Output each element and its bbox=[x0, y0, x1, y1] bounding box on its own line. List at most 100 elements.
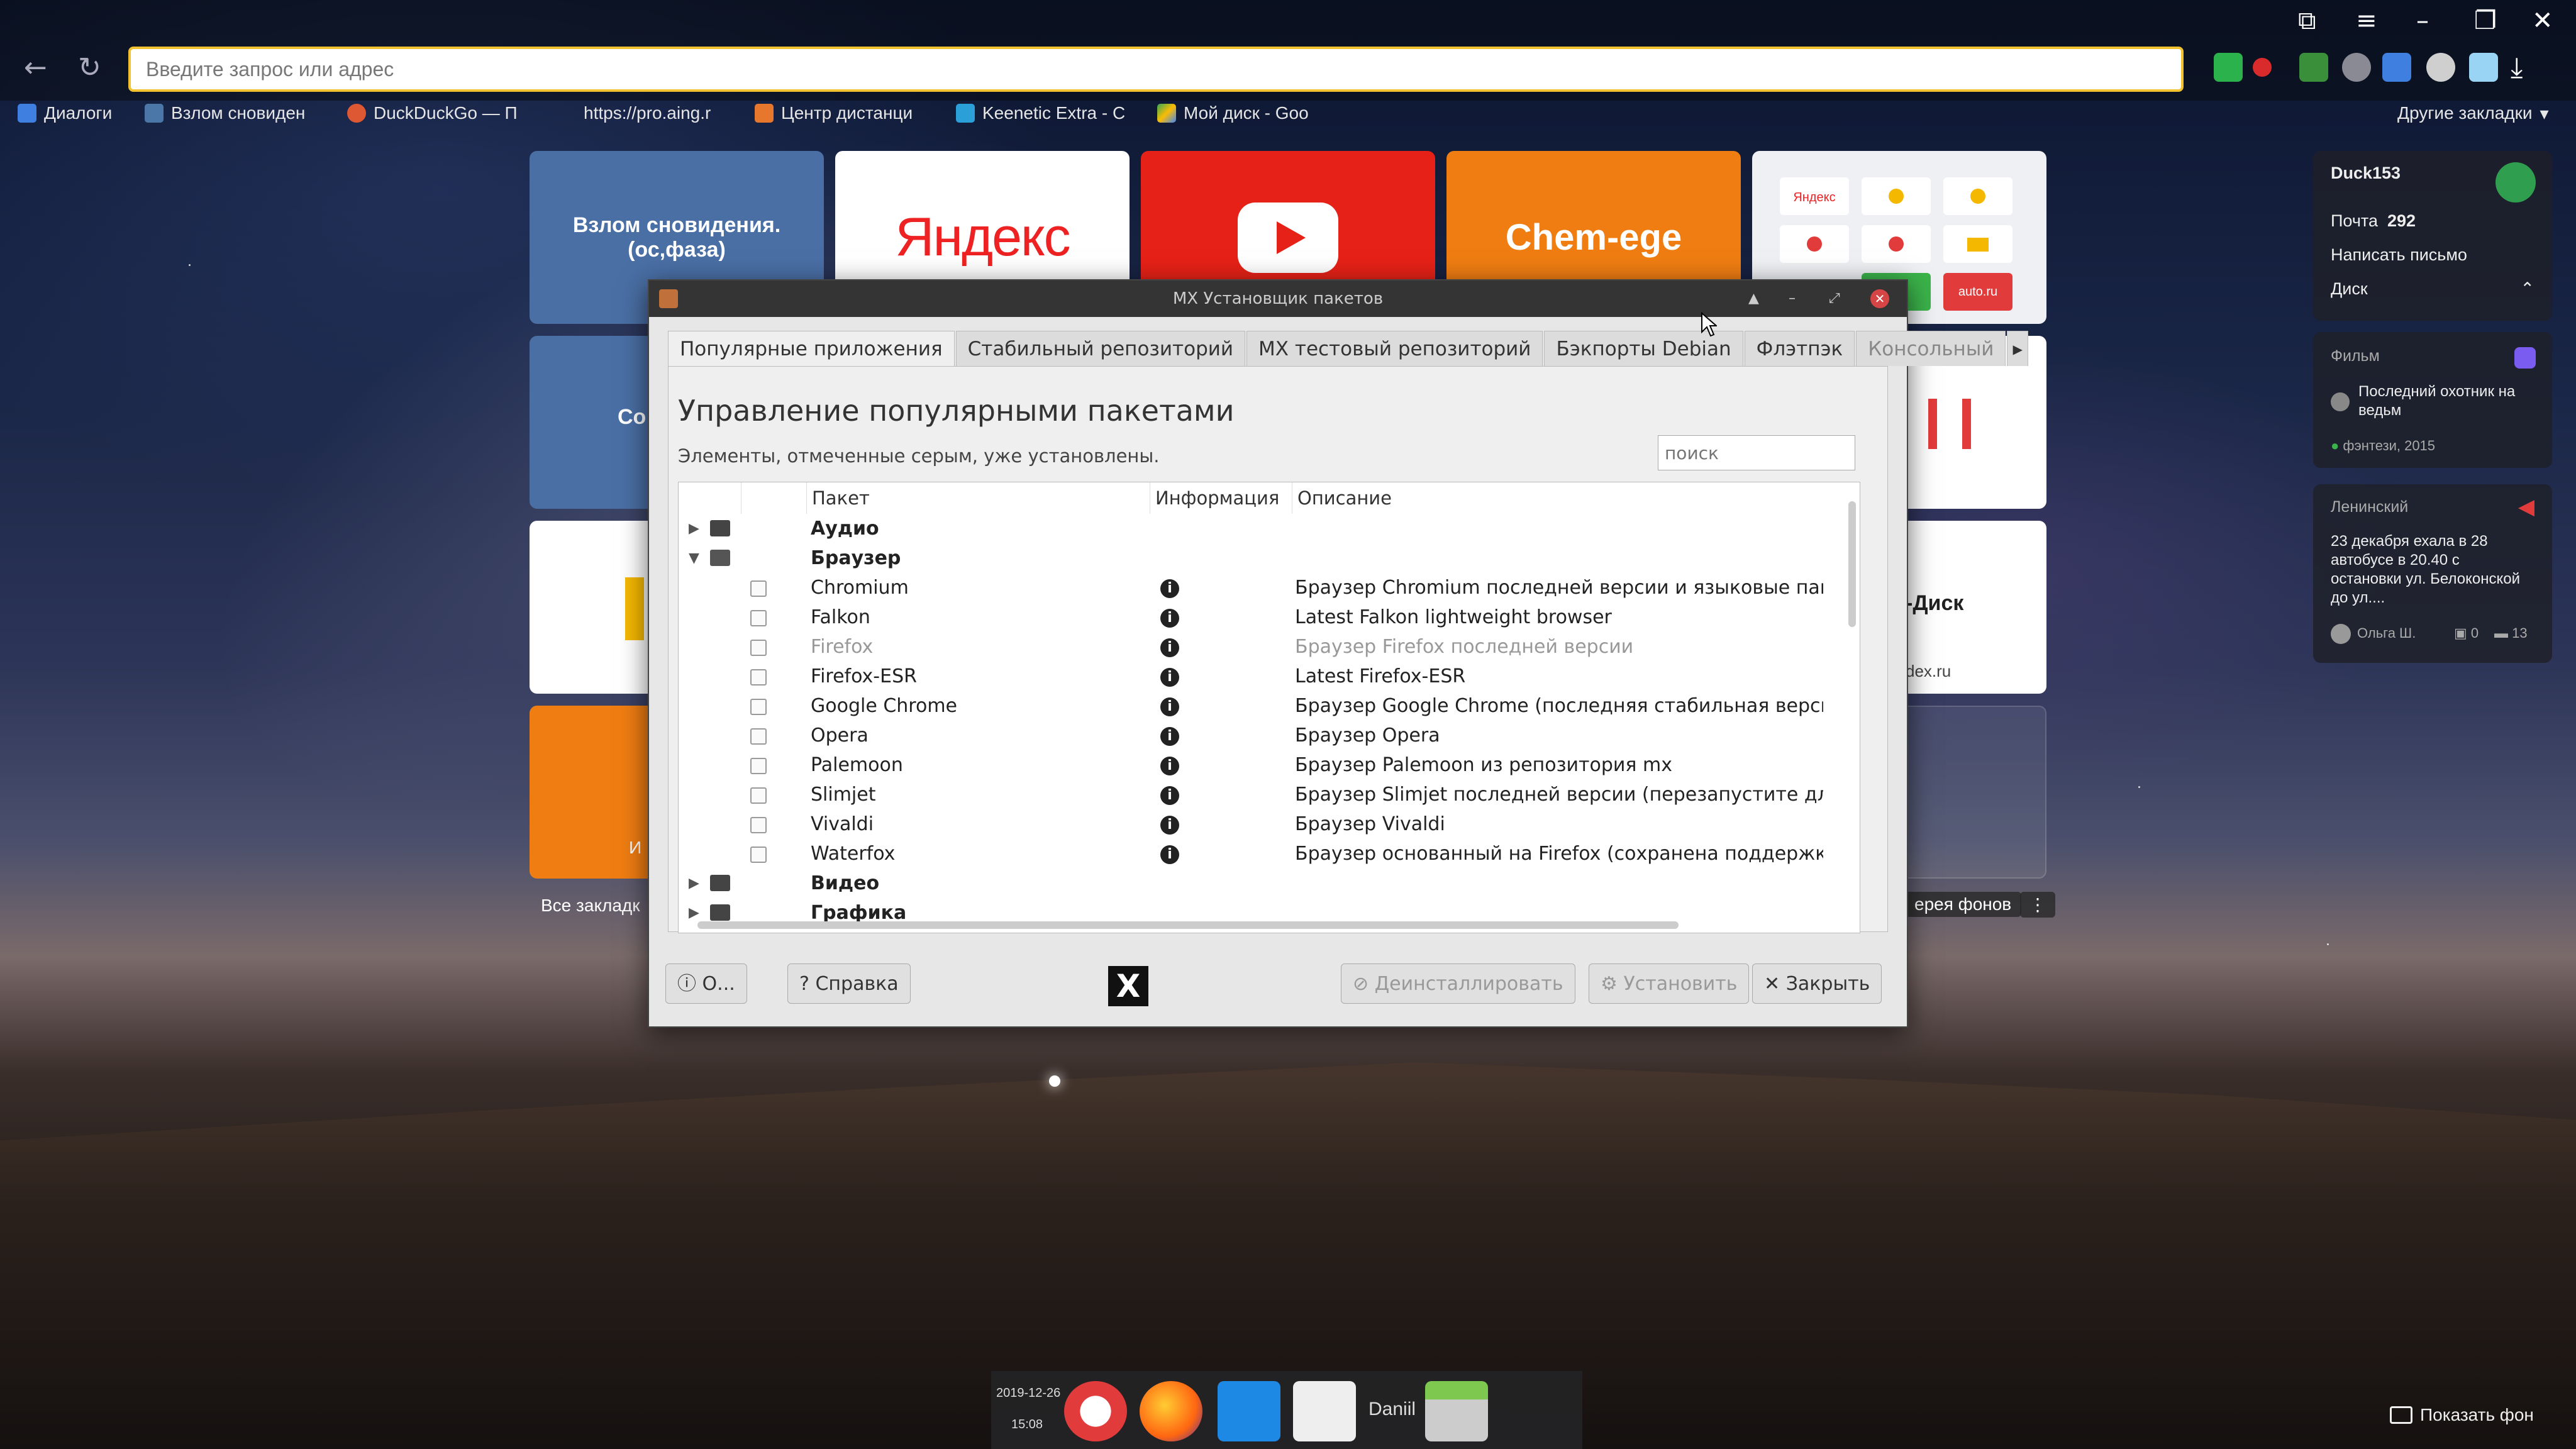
menu-icon[interactable]: ≡ bbox=[2356, 6, 2377, 35]
bookmark-manager-icon[interactable]: ⧉ bbox=[2298, 6, 2316, 35]
info-icon[interactable]: i bbox=[1160, 845, 1179, 864]
package-checkbox[interactable] bbox=[750, 640, 767, 656]
package-row[interactable]: Chromium i Браузер Chromium последней верс… bbox=[679, 573, 1823, 602]
mask-extension-icon[interactable] bbox=[2342, 53, 2371, 82]
bookmark-item[interactable]: Keenetic Extra - C bbox=[956, 101, 1125, 126]
horizontal-scrollbar[interactable] bbox=[697, 921, 1679, 929]
package-row[interactable]: Slimjet i Браузер Slimjet последней версии… bbox=[679, 780, 1823, 809]
translate-extension-icon[interactable] bbox=[2299, 53, 2328, 82]
minimize-icon[interactable]: – bbox=[1789, 280, 1796, 317]
about-button[interactable]: ⓘ О... bbox=[665, 963, 747, 1004]
search-field[interactable] bbox=[1658, 435, 1855, 470]
close-button[interactable]: ✕ Закрыть bbox=[1752, 963, 1882, 1004]
news-widget[interactable]: Ленинский ◀ 23 декабря ехала в 28 автобу… bbox=[2313, 484, 2552, 663]
avatar[interactable] bbox=[2496, 162, 2536, 203]
bookmark-item[interactable]: Мой диск - Goo bbox=[1157, 101, 1309, 126]
bookmark-item[interactable]: Диалоги bbox=[18, 101, 112, 126]
package-checkbox[interactable] bbox=[750, 699, 767, 715]
package-checkbox[interactable] bbox=[750, 610, 767, 626]
tab-mx-test-repo[interactable]: MX тестовый репозиторий bbox=[1246, 331, 1543, 366]
tab-stable-repo[interactable]: Стабильный репозиторий bbox=[955, 331, 1246, 366]
column-header-check[interactable] bbox=[741, 482, 807, 514]
write-mail-link[interactable]: Написать письмо bbox=[2331, 245, 2467, 265]
address-input[interactable] bbox=[131, 49, 2181, 89]
category-row-video[interactable]: ▶ Видео bbox=[679, 869, 1823, 898]
package-row-installed[interactable]: Firefox i Браузер Firefox последней версии bbox=[679, 632, 1823, 662]
circle-extension-icon[interactable] bbox=[2426, 53, 2455, 82]
tab-popular-apps[interactable]: Популярные приложения bbox=[668, 331, 955, 366]
download-icon[interactable]: ⤓ bbox=[2511, 52, 2523, 84]
power-manager-icon[interactable] bbox=[1293, 1381, 1356, 1441]
expand-arrow-icon[interactable]: ▶ bbox=[689, 869, 699, 898]
mail-link[interactable]: Почта 292 bbox=[2331, 211, 2416, 231]
window-titlebar[interactable]: MX Установщик пакетов ▲ – ⤢ ✕ bbox=[649, 280, 1907, 317]
package-checkbox[interactable] bbox=[750, 669, 767, 686]
bookmark-item[interactable]: DuckDuckGo — П bbox=[347, 101, 518, 126]
info-icon[interactable]: i bbox=[1160, 816, 1179, 835]
collapse-arrow-icon[interactable]: ▼ bbox=[689, 543, 699, 573]
column-header-description[interactable]: Описание bbox=[1292, 482, 1833, 514]
info-icon[interactable]: i bbox=[1160, 697, 1179, 716]
clock-date[interactable]: 2019-12-26 bbox=[996, 1386, 1060, 1401]
diamond-extension-icon[interactable] bbox=[2469, 53, 2498, 82]
package-checkbox[interactable] bbox=[750, 580, 767, 597]
expand-arrow-icon[interactable]: ▶ bbox=[689, 514, 699, 543]
bookmark-item[interactable]: Взлом сновиден bbox=[145, 101, 305, 126]
tab-scroll-right-icon[interactable]: ▸ bbox=[2007, 331, 2029, 366]
firefox-icon[interactable] bbox=[1140, 1381, 1202, 1441]
uninstall-button[interactable]: ⊘ Деинсталлировать bbox=[1341, 963, 1575, 1004]
system-monitor-icon[interactable] bbox=[1218, 1381, 1280, 1441]
gallery-button[interactable]: ерея фонов bbox=[1904, 892, 2022, 917]
info-icon[interactable]: i bbox=[1160, 668, 1179, 687]
column-header-info[interactable]: Информация bbox=[1150, 482, 1292, 514]
search-input[interactable] bbox=[1658, 436, 1855, 470]
info-icon[interactable]: i bbox=[1160, 579, 1179, 598]
bookmark-item[interactable]: https://pro.aing.r bbox=[584, 101, 711, 126]
close-window-icon[interactable]: ✕ bbox=[2532, 6, 2553, 35]
package-row[interactable]: Opera i Браузер Opera bbox=[679, 721, 1823, 750]
info-icon[interactable]: i bbox=[1160, 638, 1179, 657]
record-extension-icon[interactable] bbox=[2253, 58, 2272, 77]
bookmark-item[interactable]: Центр дистанци bbox=[755, 101, 913, 126]
info-icon[interactable]: i bbox=[1160, 609, 1179, 628]
install-button[interactable]: ⚙ Установить bbox=[1589, 963, 1750, 1004]
category-row-audio[interactable]: ▶ Аудио bbox=[679, 514, 1823, 543]
address-bar[interactable] bbox=[128, 47, 2184, 92]
package-row[interactable]: Waterfox i Браузер основанный на Firefox (… bbox=[679, 839, 1823, 869]
package-checkbox[interactable] bbox=[750, 787, 767, 804]
column-header-expand[interactable] bbox=[679, 482, 741, 514]
package-row[interactable]: Palemoon i Браузер Palemoon из репозитория… bbox=[679, 750, 1823, 780]
disk-link[interactable]: Диск bbox=[2331, 279, 2368, 299]
show-background-button[interactable]: Показать фон bbox=[2390, 1405, 2534, 1425]
package-row[interactable]: Vivaldi i Браузер Vivaldi bbox=[679, 809, 1823, 839]
package-checkbox[interactable] bbox=[750, 847, 767, 863]
file-manager-icon[interactable] bbox=[1425, 1381, 1488, 1441]
info-icon[interactable]: i bbox=[1160, 727, 1179, 746]
restore-icon[interactable]: ❐ bbox=[2474, 6, 2497, 35]
help-button[interactable]: ? Справка bbox=[787, 963, 911, 1004]
more-options-icon[interactable]: ⋮ bbox=[2020, 892, 2055, 918]
package-row[interactable]: Firefox-ESR i Latest Firefox-ESR bbox=[679, 662, 1823, 691]
yandex-browser-icon[interactable] bbox=[1064, 1381, 1127, 1441]
info-icon[interactable]: i bbox=[1160, 786, 1179, 805]
package-row[interactable]: Falkon i Latest Falkon lightweight browser bbox=[679, 602, 1823, 632]
all-bookmarks-link[interactable]: Все закладк bbox=[541, 896, 640, 916]
minimize-icon[interactable]: – bbox=[2416, 6, 2429, 35]
info-icon[interactable]: i bbox=[1160, 757, 1179, 775]
category-row-browser[interactable]: ▼ Браузер bbox=[679, 543, 1823, 573]
user-name[interactable]: Daniil bbox=[1368, 1399, 1416, 1420]
shade-icon[interactable]: ▲ bbox=[1748, 280, 1759, 317]
close-icon[interactable]: ✕ bbox=[1870, 289, 1889, 308]
shield-extension-icon[interactable] bbox=[2214, 53, 2243, 82]
tab-console[interactable]: Консольный bbox=[1856, 331, 2006, 366]
package-checkbox[interactable] bbox=[750, 817, 767, 833]
maximize-icon[interactable]: ⤢ bbox=[1829, 280, 1840, 317]
package-checkbox[interactable] bbox=[750, 728, 767, 745]
vertical-scrollbar[interactable] bbox=[1848, 501, 1856, 627]
back-icon[interactable]: ← bbox=[24, 52, 47, 84]
reload-icon[interactable]: ↻ bbox=[78, 52, 101, 84]
package-row[interactable]: Google Chrome i Браузер Google Chrome (пос… bbox=[679, 691, 1823, 721]
package-checkbox[interactable] bbox=[750, 758, 767, 774]
chevron-up-icon[interactable]: ⌃ bbox=[2520, 279, 2534, 299]
v-extension-icon[interactable] bbox=[2382, 53, 2411, 82]
